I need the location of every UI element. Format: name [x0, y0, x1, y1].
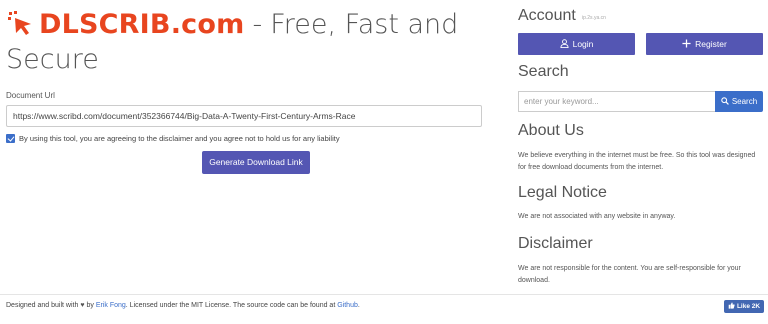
- tagline-line1: Free, Fast and: [270, 8, 459, 40]
- search-icon: [721, 96, 729, 107]
- legal-text: We are not associated with any website i…: [518, 213, 676, 220]
- agree-text: By using this tool, you are agreeing to …: [19, 134, 340, 143]
- account-title: Account: [518, 7, 576, 24]
- footer-text-3: . Licensed under the MIT License. The so…: [125, 302, 336, 309]
- search-input[interactable]: enter your keyword...: [518, 91, 715, 112]
- github-link[interactable]: Github: [337, 302, 358, 309]
- like-label: Like 2K: [736, 303, 761, 310]
- login-button[interactable]: Login: [518, 33, 635, 55]
- logo-text[interactable]: DLSCRIB.com: [39, 9, 244, 40]
- legal-title: Legal Notice: [518, 184, 607, 201]
- brand-header: DLSCRIB.com - Free, Fast and: [6, 6, 458, 42]
- about-title: About Us: [518, 122, 584, 139]
- register-button[interactable]: Register: [646, 33, 763, 55]
- disclaimer-text: We are not responsible for the content. …: [518, 265, 741, 284]
- plus-icon: [682, 38, 691, 50]
- about-text: We believe everything in the internet mu…: [518, 152, 756, 171]
- search-button-label: Search: [731, 97, 758, 106]
- agree-row[interactable]: By using this tool, you are agreeing to …: [6, 134, 340, 143]
- search-button[interactable]: Search: [715, 91, 763, 112]
- account-subtitle: ip.2s.ya.cn: [582, 15, 606, 21]
- footer-text-1: Designed and built with: [6, 302, 79, 309]
- author-link[interactable]: Erik Fong: [96, 302, 126, 309]
- document-url-input[interactable]: https://www.scribd.com/document/35236674…: [6, 105, 482, 127]
- heart-icon: ♥: [80, 302, 85, 309]
- user-icon: [560, 38, 569, 50]
- document-url-label: Document Url: [6, 91, 55, 100]
- footer-text-2: by: [86, 302, 94, 309]
- facebook-like-button[interactable]: Like 2K: [724, 300, 764, 313]
- tagline-line2: Secure: [6, 44, 99, 75]
- search-title: Search: [518, 63, 569, 80]
- thumbs-up-icon: [728, 302, 735, 311]
- register-label: Register: [695, 39, 727, 49]
- brand-separator: -: [252, 8, 263, 40]
- generate-download-link-button[interactable]: Generate Download Link: [202, 151, 310, 174]
- login-label: Login: [572, 39, 594, 49]
- agree-checkbox[interactable]: [6, 134, 15, 143]
- footer-text-4: .: [357, 302, 360, 309]
- disclaimer-title: Disclaimer: [518, 235, 593, 252]
- footer: Designed and built with ♥ by Erik Fong. …: [6, 302, 360, 309]
- footer-divider: [0, 294, 768, 295]
- cursor-pointer-icon: [6, 9, 36, 39]
